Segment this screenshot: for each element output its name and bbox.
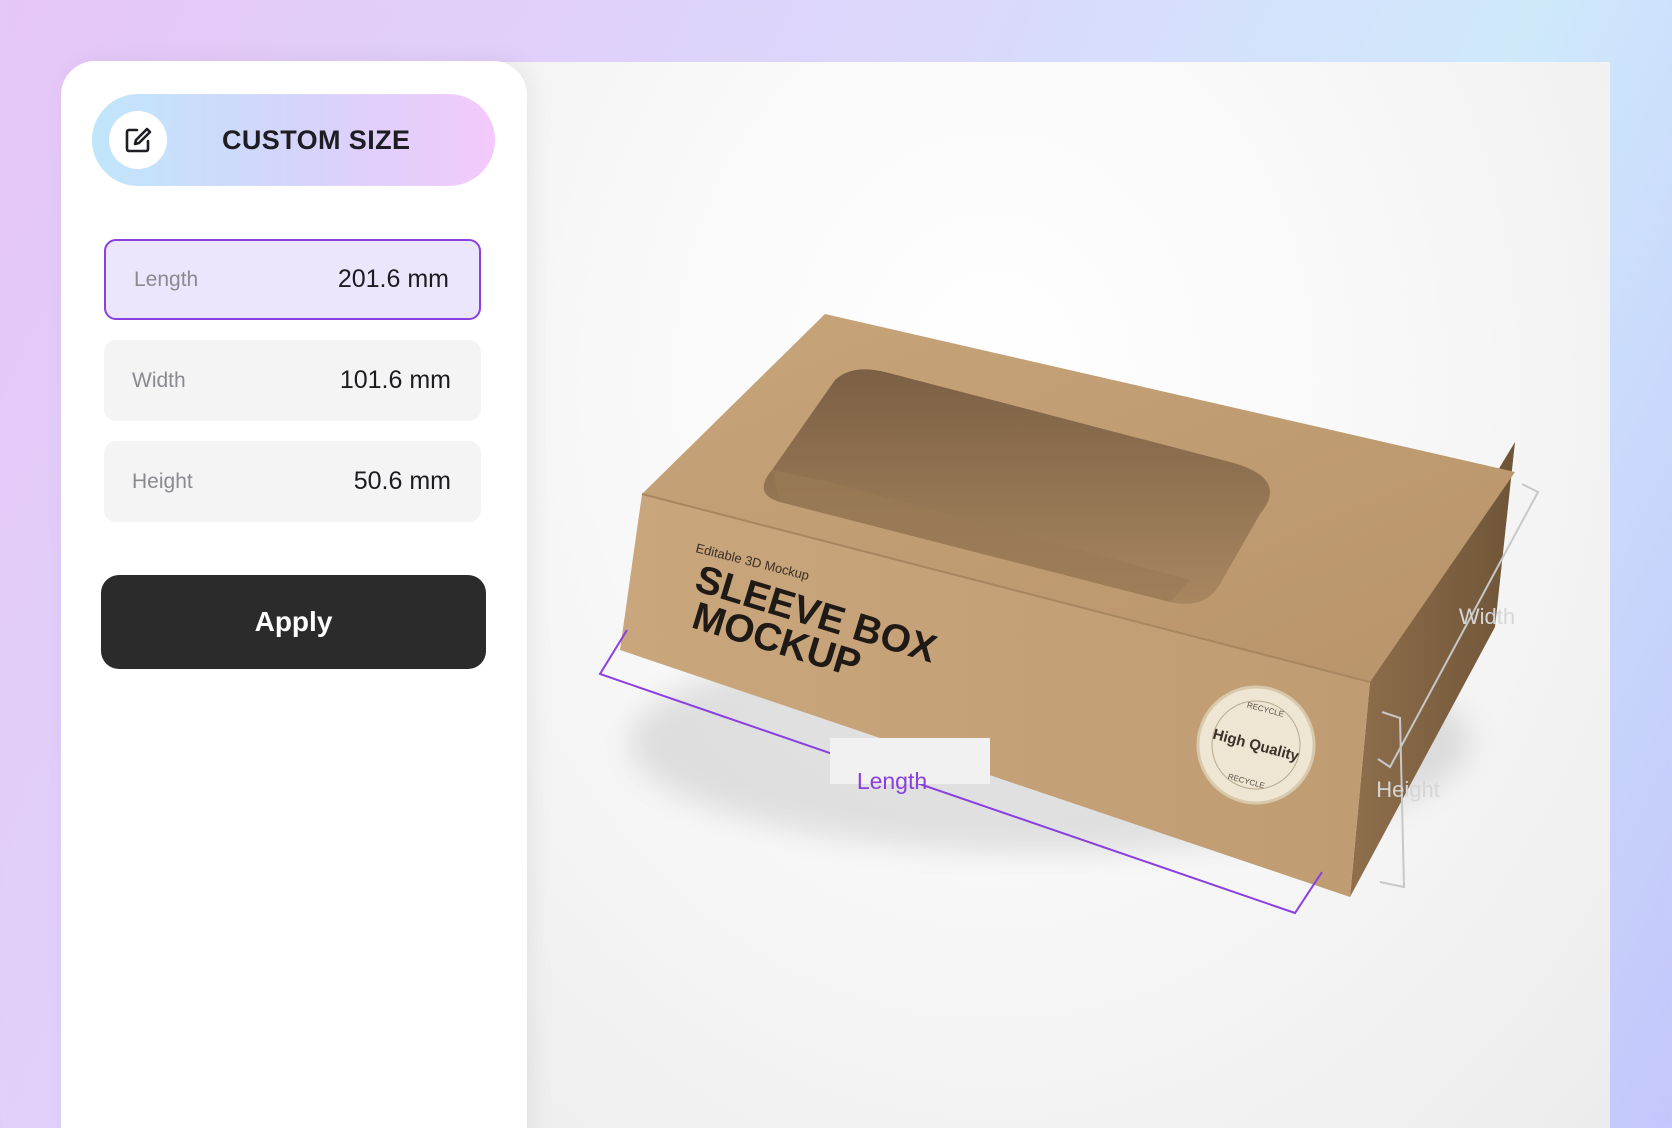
custom-size-header[interactable]: CUSTOM SIZE [92,94,495,186]
custom-size-panel: CUSTOM SIZE Length 201.6 mm Width 101.6 … [61,61,527,1128]
width-dimension-label: Width [1459,604,1515,629]
length-field-label: Length [134,267,199,291]
box-preview: Editable 3D Mockup SLEEVE BOX MOCKUP Hig… [598,314,1540,915]
length-field-value[interactable]: 201.6 mm [338,265,449,294]
height-field-label: Height [132,469,193,493]
height-field-value[interactable]: 50.6 mm [354,467,451,496]
height-field[interactable]: Height 50.6 mm [104,441,481,522]
width-field[interactable]: Width 101.6 mm [104,340,481,421]
length-dimension-label: Length [857,768,927,794]
custom-size-title: CUSTOM SIZE [222,125,411,155]
apply-button[interactable]: Apply [101,575,486,669]
edit-icon [109,111,167,169]
length-field[interactable]: Length 201.6 mm [104,239,481,320]
width-field-value[interactable]: 101.6 mm [340,366,451,395]
width-field-label: Width [132,368,186,392]
height-dimension-label: Height [1376,777,1440,802]
